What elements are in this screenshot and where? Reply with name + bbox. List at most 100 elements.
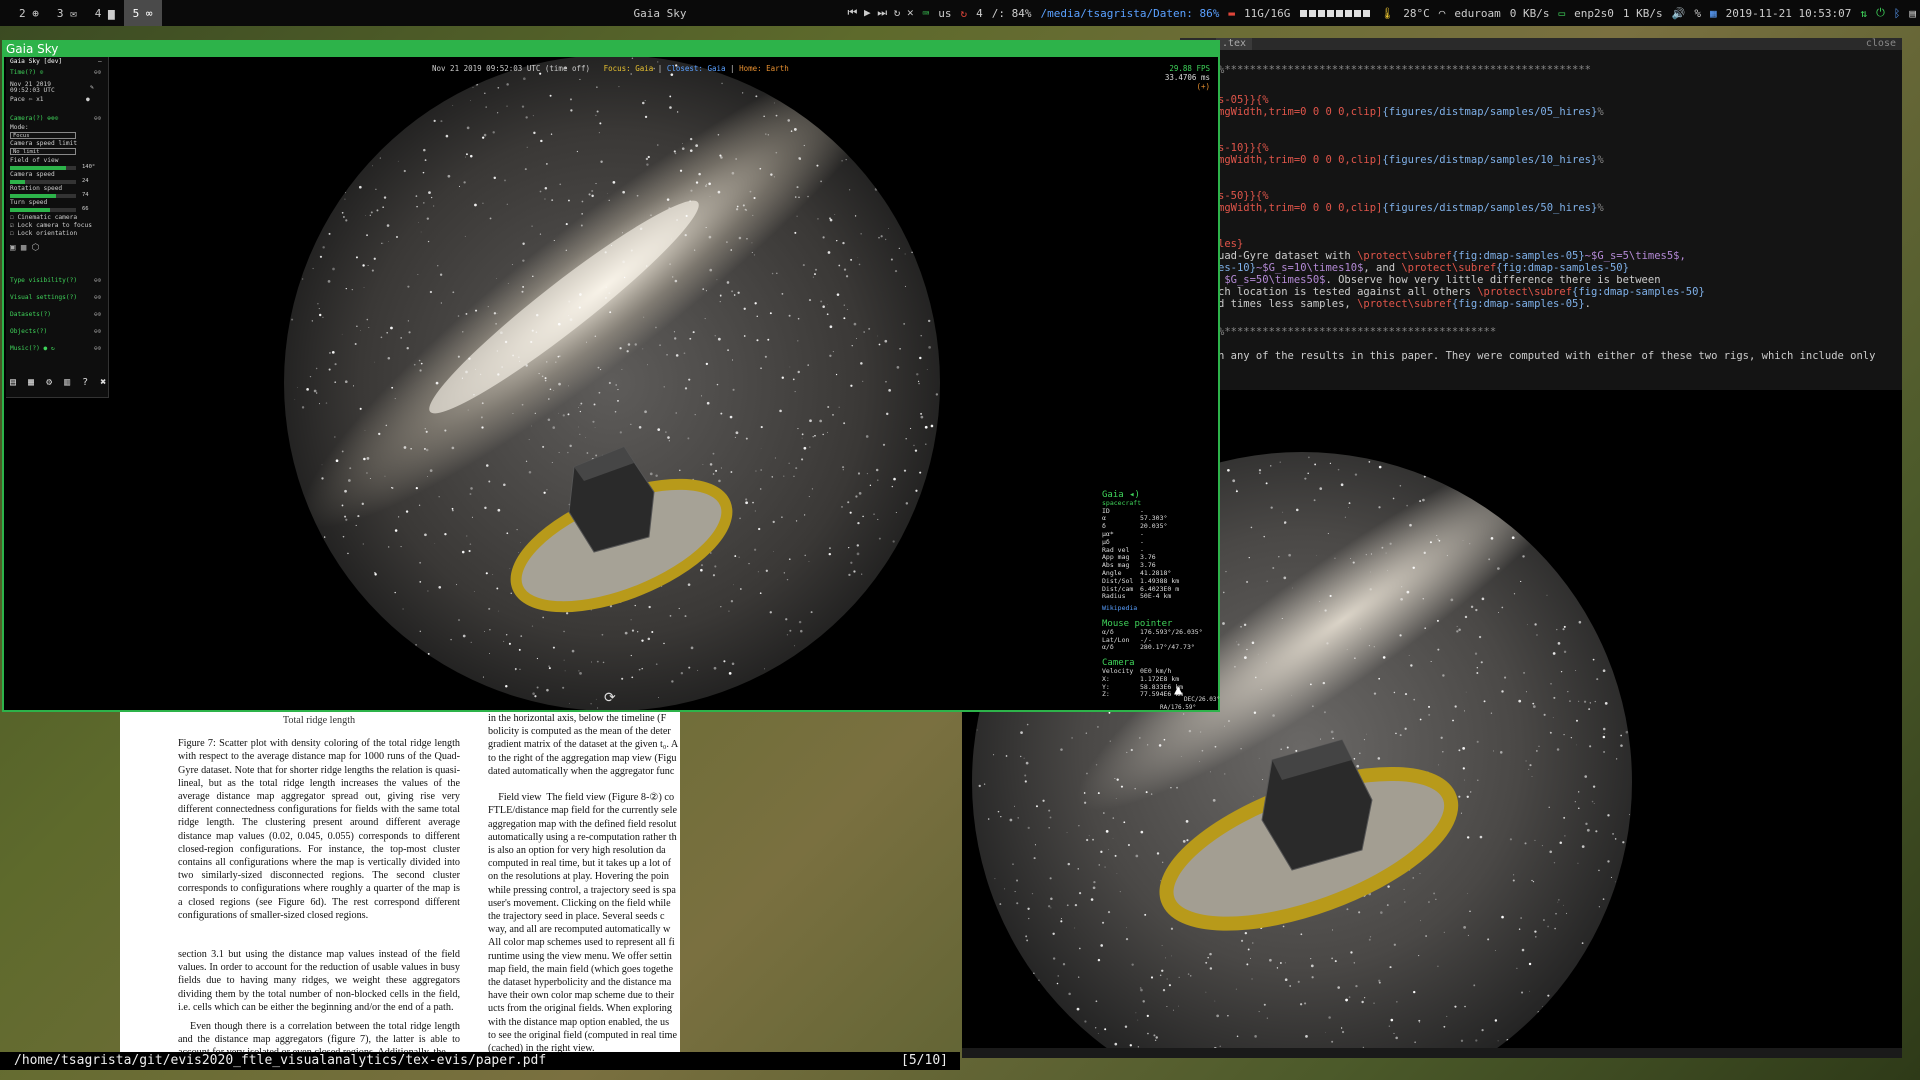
- turn-speed-slider[interactable]: [10, 208, 76, 212]
- star: [1385, 552, 1387, 554]
- pdf-viewer[interactable]: Total ridge length Figure 7: Scatter plo…: [120, 712, 680, 1052]
- star: [562, 686, 565, 689]
- star: [345, 219, 348, 222]
- tab-tex[interactable]: .tex: [1216, 38, 1253, 50]
- star: [689, 137, 693, 141]
- hud-extra[interactable]: (+): [1165, 82, 1210, 91]
- star: [407, 320, 409, 322]
- speed-limit-select[interactable]: No limit: [10, 148, 76, 155]
- tray-app-icon[interactable]: ▤: [1909, 7, 1916, 20]
- editor-terminal[interactable]: .tex close %****************************…: [1180, 38, 1902, 390]
- media-controls[interactable]: ⏮ ▶ ⏭ ↻ ✕: [847, 6, 913, 20]
- star: [1124, 1025, 1128, 1028]
- star: [630, 654, 632, 657]
- power-icon[interactable]: ⏻: [1876, 6, 1885, 20]
- camera-preset-icons[interactable]: ▣ ▦ ⬡: [10, 244, 40, 253]
- star: [1419, 718, 1422, 721]
- star: [608, 292, 611, 295]
- star: [1534, 623, 1537, 626]
- volume-icon: 🔊: [1671, 6, 1686, 20]
- lock-focus-checkbox[interactable]: ☑ Lock camera to focus: [10, 222, 92, 230]
- star: [345, 192, 346, 194]
- edit-time-icon[interactable]: ✎: [90, 84, 94, 92]
- star: [1550, 683, 1552, 685]
- star: [684, 387, 688, 390]
- wikipedia-link[interactable]: Wikipedia: [1102, 604, 1222, 613]
- close-tab-button[interactable]: close: [1866, 38, 1896, 50]
- lock-orientation-checkbox[interactable]: ☐ Lock orientation: [10, 230, 77, 238]
- panel-bottom-toolbar[interactable]: ▤ ▦ ⚙ ▥ ? ✖: [10, 378, 109, 388]
- cinematic-checkbox[interactable]: ☐ Cinematic camera: [10, 214, 77, 222]
- gaia-sky-window[interactable]: Gaia Sky Nov 21 2019 09:52:03 UTC (time …: [2, 40, 1220, 712]
- star: [1422, 498, 1425, 502]
- camera-mode-select[interactable]: Focus: [10, 132, 76, 139]
- star: [475, 368, 476, 370]
- star: [1464, 710, 1465, 712]
- panel-section-0[interactable]: Type visibility(?): [10, 277, 77, 285]
- time-section-controls[interactable]: ⊖⊙: [94, 69, 101, 77]
- star: [1396, 1001, 1398, 1003]
- star: [773, 102, 775, 104]
- star: [1435, 898, 1437, 900]
- panel-section-controls[interactable]: ⊖⊙: [94, 345, 101, 353]
- panel-section-controls[interactable]: ⊖⊙: [94, 328, 101, 336]
- cam-speed-value: 24: [82, 178, 89, 184]
- pace-toggle-icon[interactable]: ●: [86, 96, 90, 104]
- star: [1155, 1036, 1158, 1039]
- star: [796, 186, 799, 189]
- collapse-icon[interactable]: –: [98, 58, 102, 66]
- keyboard-layout[interactable]: us: [938, 7, 951, 20]
- star: [1123, 821, 1126, 824]
- star: [1369, 936, 1372, 938]
- window-titlebar[interactable]: Gaia Sky: [4, 42, 1220, 57]
- star: [1024, 780, 1027, 783]
- control-panel[interactable]: Gaia Sky [dev] – Time(?) ⊙ ⊖⊙ Nov 21 201…: [6, 57, 109, 398]
- star: [1160, 880, 1162, 882]
- clock[interactable]: 2019-11-21 10:53:07: [1726, 7, 1852, 20]
- info-key: Z:: [1102, 690, 1110, 699]
- panel-section-controls[interactable]: ⊖⊙: [94, 277, 101, 285]
- panel-section-controls[interactable]: ⊖⊙: [94, 311, 101, 319]
- hud-focus-value[interactable]: Gaia: [635, 64, 653, 73]
- panel-section-2[interactable]: Datasets(?): [10, 311, 51, 319]
- workspace-3[interactable]: 4 ▆: [86, 0, 124, 26]
- workspace-2[interactable]: 3 ✉: [48, 0, 86, 26]
- workspace-4[interactable]: 5 ∞: [123, 0, 162, 26]
- panel-section-4[interactable]: Music(?) ● ↻: [10, 345, 55, 353]
- hud-home-value[interactable]: Earth: [766, 64, 789, 73]
- volume[interactable]: %: [1694, 7, 1701, 20]
- panel-section-controls[interactable]: ⊖⊙: [94, 294, 101, 302]
- wifi-name[interactable]: eduroam: [1454, 7, 1500, 20]
- star: [694, 413, 696, 416]
- camera-section-header[interactable]: Camera(?) ⊕⊗⊙: [10, 115, 58, 123]
- star: [751, 251, 753, 253]
- updates-count[interactable]: 4: [976, 7, 983, 20]
- time-section-header[interactable]: Time(?) ⊙: [10, 69, 44, 77]
- cam-speed-slider[interactable]: [10, 180, 76, 184]
- refresh-icon[interactable]: ⟳: [604, 690, 616, 706]
- workspace-1[interactable]: 2 ⊕: [10, 0, 48, 26]
- star: [856, 552, 860, 556]
- star: [1190, 975, 1192, 977]
- star: [400, 337, 402, 339]
- panel-section-3[interactable]: Objects(?): [10, 328, 47, 336]
- star: [828, 552, 832, 556]
- star: [719, 295, 722, 297]
- fisheye-sky-main[interactable]: [4, 57, 1218, 710]
- panel-section-1[interactable]: Visual settings(?): [10, 294, 77, 302]
- bluetooth-icon[interactable]: ᛒ: [1894, 7, 1901, 20]
- star: [997, 810, 1000, 813]
- star: [899, 347, 901, 350]
- camera-section-controls[interactable]: ⊖⊙: [94, 115, 101, 123]
- star: [1481, 1029, 1484, 1032]
- fov-slider[interactable]: [10, 166, 76, 170]
- star: [916, 373, 919, 376]
- star: [1602, 727, 1606, 731]
- pdf-text-line: to see the original field (computed in r…: [488, 1029, 677, 1041]
- star: [773, 176, 775, 178]
- time-pace[interactable]: Pace ⇦ x1: [10, 96, 44, 104]
- star: [568, 199, 570, 202]
- rot-speed-slider[interactable]: [10, 194, 76, 198]
- hud-closest-value[interactable]: Gaia: [707, 64, 725, 73]
- ethernet-name[interactable]: enp2s0: [1574, 7, 1614, 20]
